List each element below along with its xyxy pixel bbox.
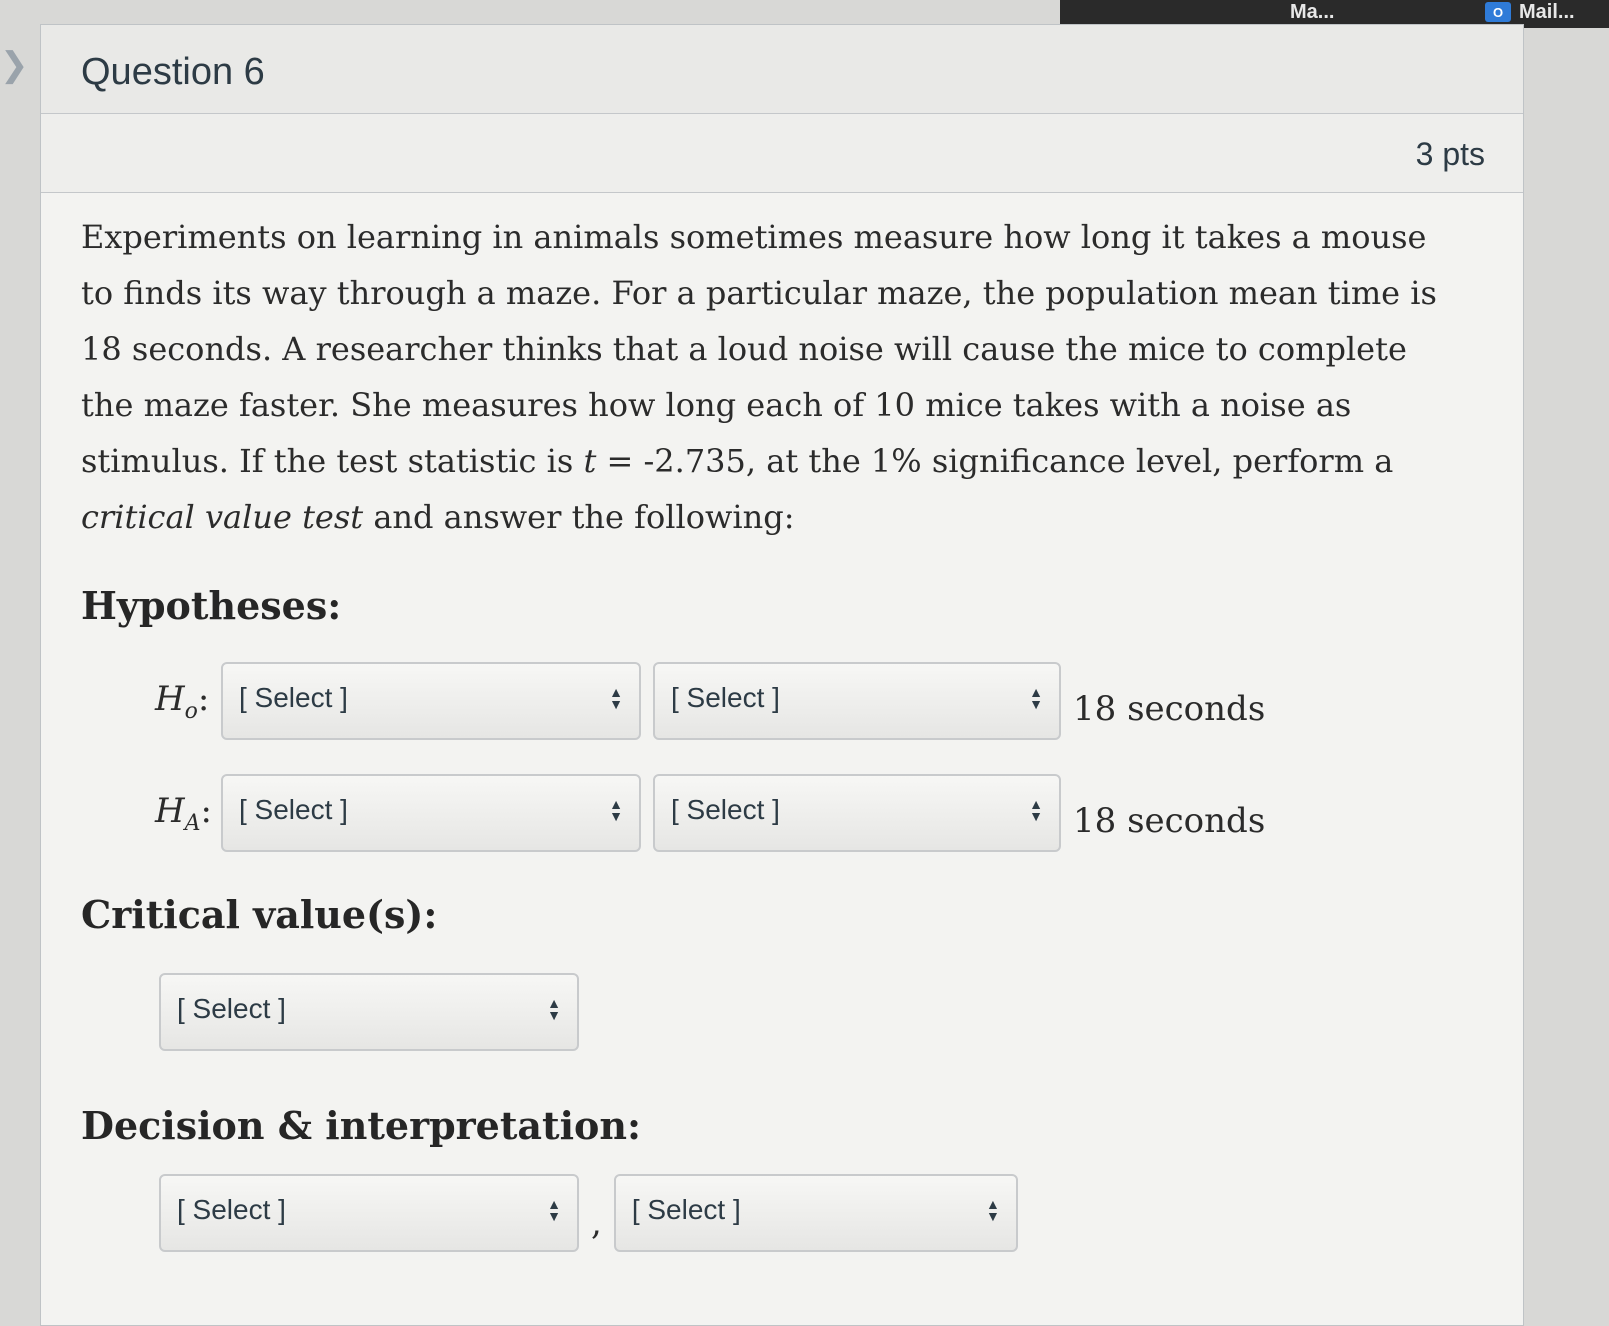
question-card: Question 6 3 pts Experiments on learning… <box>40 24 1524 1326</box>
hypotheses-heading: Hypotheses: <box>81 583 342 628</box>
prompt-text: and answer the following: <box>363 498 795 536</box>
h0-select-2[interactable]: [ Select ] ▲ ▼ <box>653 662 1061 740</box>
taskbar-item-app[interactable]: Ma... <box>1290 0 1334 24</box>
prompt-text: Experiments on learning in animals somet… <box>81 218 1437 480</box>
critical-row: [ Select ] ▲ ▼ <box>159 973 1483 1051</box>
ha-select-2[interactable]: [ Select ] ▲ ▼ <box>653 774 1061 852</box>
separator: , <box>591 1203 602 1243</box>
select-value: [ Select ] <box>239 682 348 713</box>
taskbar-item-label: Mail... <box>1519 0 1575 23</box>
decision-row: [ Select ] ▲ ▼ , [ Select ] ▲ ▼ <box>159 1174 1483 1252</box>
prompt-italic: critical value test <box>81 498 364 536</box>
select-value: [ Select ] <box>671 682 780 713</box>
ha-unit: 18 seconds <box>1073 801 1266 841</box>
sort-arrows-icon: ▲ ▼ <box>985 1196 1000 1224</box>
h0-select-1[interactable]: [ Select ] ▲ ▼ <box>221 662 641 740</box>
points-row: 3 pts <box>41 114 1523 193</box>
question-header: Question 6 <box>41 25 1523 114</box>
chevron-right-icon[interactable]: ❯ <box>0 48 29 82</box>
ha-row: HA: [ Select ] ▲ ▼ [ Select ] ▲ ▼ 18 secon… <box>155 774 1483 852</box>
sort-arrows-icon: ▲ ▼ <box>609 796 623 824</box>
sort-arrows-icon: ▲ ▼ <box>547 1196 561 1224</box>
select-value: [ Select ] <box>239 794 348 825</box>
select-value: [ Select ] <box>671 794 780 825</box>
ha-label: HA: <box>155 790 213 836</box>
critical-select[interactable]: [ Select ] ▲ ▼ <box>159 973 579 1051</box>
h0-label: Ho: <box>155 678 210 724</box>
sort-arrows-icon: ▲ ▼ <box>547 995 561 1023</box>
sort-arrows-icon: ▲ ▼ <box>609 684 623 712</box>
ha-select-1[interactable]: [ Select ] ▲ ▼ <box>221 774 641 852</box>
t-symbol: t <box>583 442 597 480</box>
outlook-icon: O <box>1485 2 1511 22</box>
h0-unit: 18 seconds <box>1073 689 1266 729</box>
select-value: [ Select ] <box>631 1194 741 1225</box>
select-value: [ Select ] <box>177 1194 286 1225</box>
h0-row: Ho: [ Select ] ▲ ▼ [ Select ] ▲ ▼ 18 secon… <box>155 662 1483 740</box>
sort-arrows-icon: ▲ ▼ <box>1029 796 1043 824</box>
question-body: Experiments on learning in animals somet… <box>41 209 1523 1252</box>
select-value: [ Select ] <box>177 993 286 1024</box>
taskbar-item-label: Ma... <box>1290 0 1335 23</box>
decision-select-1[interactable]: [ Select ] ▲ ▼ <box>159 1174 579 1252</box>
taskbar-item-mail[interactable]: O Mail... <box>1485 0 1575 24</box>
prompt-text: = -2.735, at the 1% significance level, … <box>596 442 1394 480</box>
question-title: Question 6 <box>81 51 265 93</box>
sort-arrows-icon: ▲ ▼ <box>1029 684 1043 712</box>
decision-heading: Decision & interpretation: <box>81 1103 642 1148</box>
critical-heading: Critical value(s): <box>81 892 438 937</box>
question-points: 3 pts <box>1415 136 1485 172</box>
question-prompt: Experiments on learning in animals somet… <box>81 209 1441 545</box>
decision-select-2[interactable]: [ Select ] ▲ ▼ <box>613 1174 1018 1252</box>
